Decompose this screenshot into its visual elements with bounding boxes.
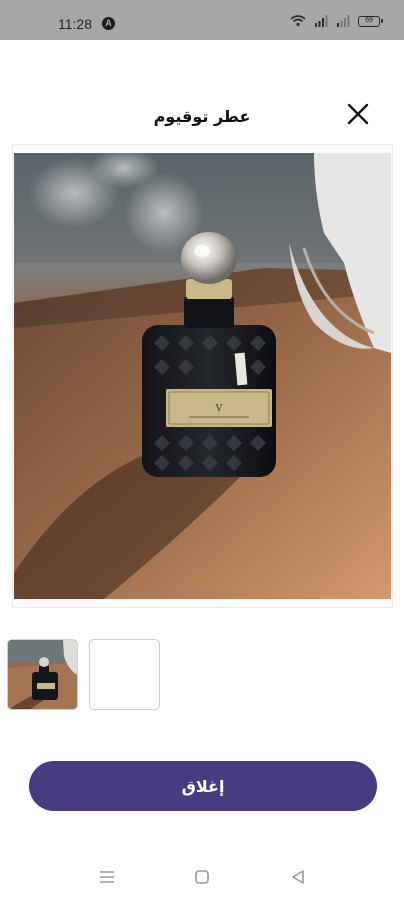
back-icon [292,870,304,884]
signal-icon [315,15,328,27]
back-button[interactable] [287,866,309,888]
home-button[interactable] [191,866,213,888]
thumbnail-1[interactable] [7,639,78,710]
home-icon [195,870,209,884]
menu-button[interactable] [96,866,118,888]
close-button[interactable]: إغلاق [29,761,377,811]
notification-a-icon: A [102,17,115,30]
signal-icon [337,15,350,27]
svg-text:V: V [215,404,223,414]
thumbnail-2[interactable] [89,639,160,710]
status-bar: 11:28 A 69 [0,0,404,40]
status-time: 11:28 [58,16,92,32]
perfume-bottle-photo: V [14,153,391,599]
perfume-bottle-thumbnail [8,640,77,709]
menu-icon [100,871,114,883]
status-icons: 69 [290,15,383,27]
close-icon [347,103,369,125]
main-product-image[interactable]: V [14,153,391,599]
wifi-icon [290,15,306,27]
close-x-button[interactable] [342,98,374,130]
system-nav-bar [0,860,404,892]
battery-icon: 69 [358,15,383,27]
main-image-frame: V [12,144,393,608]
